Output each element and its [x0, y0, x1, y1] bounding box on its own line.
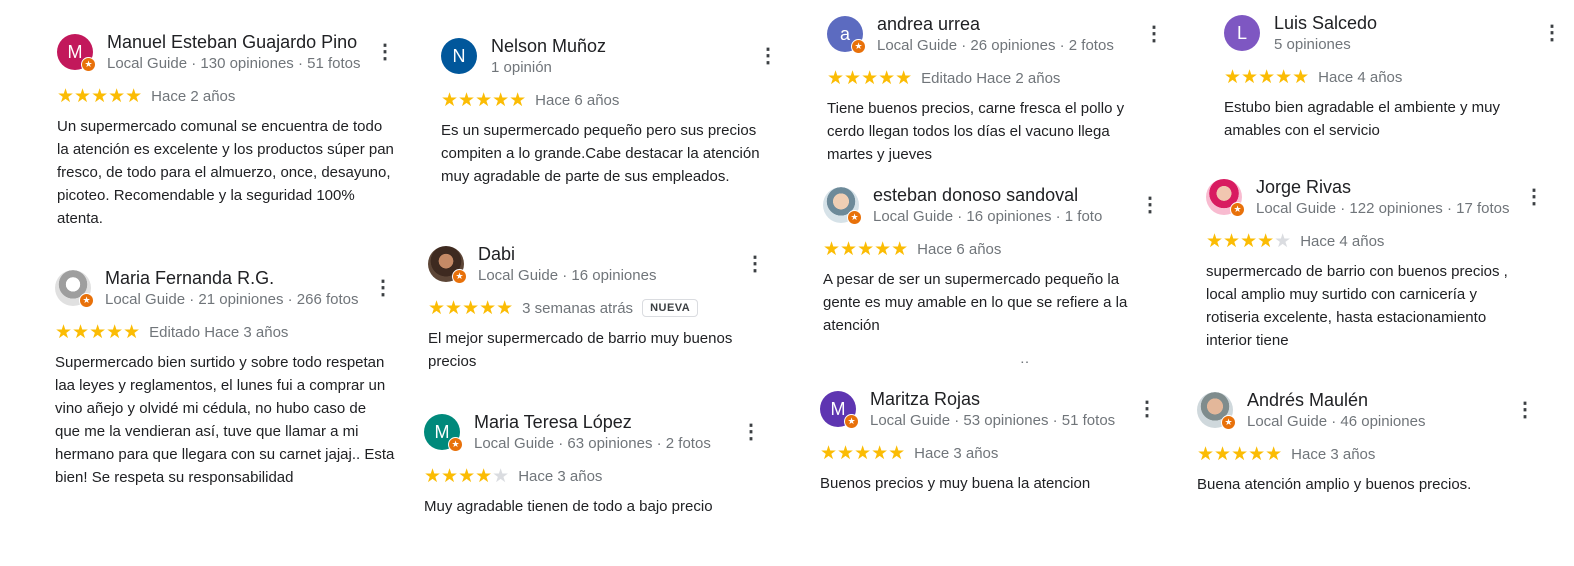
- more-options-icon[interactable]: ⋮: [1140, 195, 1160, 215]
- star-rating: ★★★★★: [428, 297, 514, 319]
- reviewer-avatar[interactable]: M ★: [57, 34, 96, 72]
- reviewer-meta[interactable]: Local Guide · 130 opiniones · 51 fotos: [107, 55, 361, 72]
- review-card: ★ Andrés Maulén Local Guide · 46 opinion…: [1197, 390, 1537, 496]
- review-date: Editado Hace 3 años: [149, 323, 289, 341]
- reviewer-name[interactable]: Maria Teresa López: [474, 412, 632, 433]
- reviewer-avatar[interactable]: L: [1224, 15, 1260, 51]
- local-guide-badge-icon: ★: [1221, 415, 1236, 430]
- reviewer-name[interactable]: Maritza Rojas: [870, 389, 980, 410]
- reviewer-name[interactable]: Nelson Muñoz: [491, 36, 606, 57]
- review-card: ★ Jorge Rivas Local Guide · 122 opinione…: [1206, 177, 1546, 352]
- reviewer-avatar[interactable]: ★: [1197, 392, 1236, 430]
- review-text: Buenos precios y muy buena la atencion: [820, 475, 1091, 492]
- review-date: Hace 6 años: [535, 91, 620, 109]
- reviewer-name[interactable]: Maria Fernanda R.G.: [105, 268, 274, 289]
- local-guide-badge-icon: ★: [79, 293, 94, 308]
- more-options-icon[interactable]: ⋮: [1524, 187, 1544, 207]
- more-options-icon[interactable]: ⋮: [1137, 399, 1157, 419]
- local-guide-badge-icon: ★: [1230, 202, 1245, 217]
- review-date: Editado Hace 2 años: [921, 69, 1061, 87]
- review-card: ★ Dabi Local Guide · 16 opiniones ⋮ ★★★★…: [428, 244, 773, 373]
- more-options-icon[interactable]: ⋮: [373, 278, 393, 298]
- local-guide-badge-icon: ★: [81, 57, 96, 72]
- reviewer-avatar[interactable]: ★: [1206, 179, 1245, 217]
- review-card: ★ esteban donoso sandoval Local Guide · …: [823, 185, 1160, 337]
- review-date: Hace 2 años: [151, 87, 236, 105]
- review-text: Tiene buenos precios, carne fresca el po…: [827, 100, 1125, 163]
- review-card: ★ Maria Fernanda R.G. Local Guide · 21 o…: [55, 268, 395, 489]
- review-date: Hace 3 años: [518, 467, 603, 485]
- review-text: Un supermercado comunal se encuentra de …: [57, 118, 394, 227]
- review-text: Supermercado bien surtido y sobre todo r…: [55, 354, 395, 486]
- local-guide-badge-icon: ★: [851, 39, 866, 54]
- reviewer-meta[interactable]: 5 opiniones: [1274, 36, 1351, 53]
- review-date: Hace 3 años: [1291, 445, 1376, 463]
- more-options-icon[interactable]: ⋮: [1144, 24, 1164, 44]
- review-date: Hace 6 años: [917, 240, 1002, 258]
- local-guide-badge-icon: ★: [452, 269, 467, 284]
- star-rating: ★★★★★: [57, 85, 143, 107]
- reviewer-name[interactable]: Jorge Rivas: [1256, 177, 1351, 198]
- review-card: M ★ Maritza Rojas Local Guide · 53 opinio…: [820, 389, 1157, 495]
- review-text: Buena atención amplio y buenos precios.: [1197, 476, 1472, 493]
- reviewer-meta[interactable]: 1 opinión: [491, 59, 552, 76]
- more-options-icon[interactable]: ⋮: [758, 46, 778, 66]
- star-rating: ★★★★★: [55, 321, 141, 343]
- reviewer-name[interactable]: Andrés Maulén: [1247, 390, 1368, 411]
- review-card: M ★ Manuel Esteban Guajardo Pino Local Gu…: [57, 32, 397, 230]
- more-options-icon[interactable]: ⋮: [375, 42, 395, 62]
- review-text: El mejor supermercado de barrio muy buen…: [428, 330, 733, 370]
- review-text: supermercado de barrio con buenos precio…: [1206, 263, 1508, 349]
- star-rating: ★★★★★: [1206, 230, 1292, 252]
- reviewer-name[interactable]: Dabi: [478, 244, 515, 265]
- reviewer-meta[interactable]: Local Guide · 46 opiniones: [1247, 413, 1425, 430]
- star-rating: ★★★★★: [823, 238, 909, 260]
- reviewer-meta[interactable]: Local Guide · 26 opiniones · 2 fotos: [877, 37, 1114, 54]
- star-rating: ★★★★★: [820, 442, 906, 464]
- more-options-icon[interactable]: ⋮: [745, 254, 765, 274]
- reviewer-name[interactable]: andrea urrea: [877, 14, 980, 35]
- reviewer-avatar[interactable]: ★: [55, 270, 94, 308]
- reviewer-meta[interactable]: Local Guide · 16 opiniones: [478, 267, 656, 284]
- review-date: Hace 4 años: [1300, 232, 1385, 250]
- review-date: Hace 3 años: [914, 444, 999, 462]
- local-guide-badge-icon: ★: [448, 437, 463, 452]
- reviewer-avatar[interactable]: a ★: [827, 16, 866, 54]
- reviewer-meta[interactable]: Local Guide · 122 opiniones · 17 fotos: [1256, 200, 1510, 217]
- review-card: N Nelson Muñoz 1 opinión ⋮ ★★★★★ Hace 6 a…: [441, 36, 786, 188]
- star-rating: ★★★★★: [441, 89, 527, 111]
- reviewer-avatar[interactable]: ★: [823, 187, 862, 225]
- star-rating: ★★★★★: [1197, 443, 1283, 465]
- star-rating: ★★★★★: [424, 465, 510, 487]
- more-options-icon[interactable]: ⋮: [741, 422, 761, 442]
- review-text: A pesar de ser un supermercado pequeño l…: [823, 271, 1128, 334]
- review-text: Muy agradable tienen de todo a bajo prec…: [424, 498, 713, 515]
- review-text: Es un supermercado pequeño pero sus prec…: [441, 122, 760, 185]
- star-rating: ★★★★★: [1224, 66, 1310, 88]
- reviewer-avatar[interactable]: M ★: [820, 391, 859, 429]
- reviewer-name[interactable]: esteban donoso sandoval: [873, 185, 1078, 206]
- star-rating: ★★★★★: [827, 67, 913, 89]
- reviewer-avatar[interactable]: N: [441, 38, 477, 74]
- reviewer-avatar[interactable]: ★: [428, 246, 467, 284]
- reviewer-avatar[interactable]: M ★: [424, 414, 463, 452]
- review-card: L Luis Salcedo 5 opiniones ⋮ ★★★★★ Hace 4…: [1224, 13, 1564, 142]
- reviewer-meta[interactable]: Local Guide · 53 opiniones · 51 fotos: [870, 412, 1115, 429]
- new-badge: NUEVA: [642, 299, 699, 317]
- more-options-icon[interactable]: ⋮: [1515, 400, 1535, 420]
- reviewer-name[interactable]: Manuel Esteban Guajardo Pino: [107, 32, 357, 53]
- review-text: Estubo bien agradable el ambiente y muy …: [1224, 99, 1501, 139]
- review-date: 3 semanas atrás: [522, 299, 634, 317]
- reviewer-meta[interactable]: Local Guide · 16 opiniones · 1 foto: [873, 208, 1102, 225]
- ellipsis: ‥: [1020, 350, 1030, 366]
- local-guide-badge-icon: ★: [844, 414, 859, 429]
- reviewer-meta[interactable]: Local Guide · 21 opiniones · 266 fotos: [105, 291, 359, 308]
- review-card: a ★ andrea urrea Local Guide · 26 opinion…: [827, 14, 1164, 166]
- reviewer-meta[interactable]: Local Guide · 63 opiniones · 2 fotos: [474, 435, 711, 452]
- review-card: M ★ Maria Teresa López Local Guide · 63 o…: [424, 412, 769, 518]
- review-date: Hace 4 años: [1318, 68, 1403, 86]
- reviewer-name[interactable]: Luis Salcedo: [1274, 13, 1377, 34]
- local-guide-badge-icon: ★: [847, 210, 862, 225]
- more-options-icon[interactable]: ⋮: [1542, 23, 1562, 43]
